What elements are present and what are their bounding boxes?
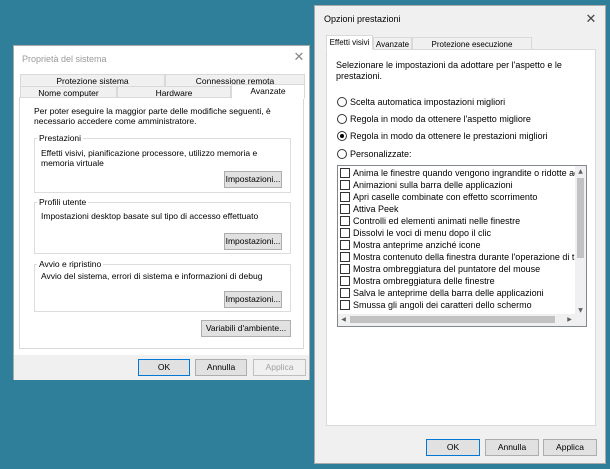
group-text-prestazioni: Effetti visivi, pianificazione processor… <box>41 148 258 168</box>
performance-settings-button[interactable]: Impostazioni... <box>224 171 282 188</box>
list-item[interactable]: Mostra ombreggiatura delle finestre <box>340 275 575 287</box>
visual-effects-list-items: Anima le finestre quando vengono ingrand… <box>338 166 575 316</box>
close-icon[interactable]: ✕ <box>583 12 599 28</box>
radio-button[interactable] <box>337 114 347 124</box>
ok-button[interactable]: OK <box>426 439 480 456</box>
cancel-button[interactable]: Annulla <box>195 359 247 376</box>
checkbox-label: Apri caselle combinate con effetto scorr… <box>353 192 538 202</box>
checkbox-label: Attiva Peek <box>353 204 399 214</box>
scroll-left-icon[interactable]: ◀ <box>338 314 349 325</box>
radio-label: Regola in modo da ottenere le prestazion… <box>350 131 548 141</box>
system-properties-footer: OK Annulla Applica <box>14 355 309 380</box>
group-text-avvio-ripristino: Avvio del sistema, errori di sistema e i… <box>41 271 263 281</box>
user-profiles-settings-button[interactable]: Impostazioni... <box>224 233 282 250</box>
checkbox-label: Dissolvi le voci di menu dopo il clic <box>353 228 492 238</box>
performance-options-title: Opzioni prestazioni <box>324 14 401 24</box>
list-item[interactable]: Smussa gli angoli dei caratteri dello sc… <box>340 299 575 311</box>
system-properties-title: Proprietà del sistema <box>22 54 107 64</box>
checkbox-label: Mostra anteprime anziché icone <box>353 240 481 250</box>
group-prestazioni: Prestazioni Effetti visivi, pianificazio… <box>34 133 291 193</box>
list-item[interactable]: Salva le anteprime della barra delle app… <box>340 287 575 299</box>
checkbox[interactable] <box>340 264 350 274</box>
radio-label: Scelta automatica impostazioni migliori <box>350 97 506 107</box>
checkbox[interactable] <box>340 216 350 226</box>
apply-button[interactable]: Applica <box>543 439 597 456</box>
checkbox[interactable] <box>340 288 350 298</box>
list-item[interactable]: Mostra anteprime anziché icone <box>340 239 575 251</box>
checkbox-label: Mostra ombreggiatura del puntatore del m… <box>353 264 541 274</box>
group-label-avvio-ripristino: Avvio e ripristino <box>37 259 104 269</box>
close-icon[interactable]: ✕ <box>291 50 307 66</box>
visual-effects-list[interactable]: Anima le finestre quando vengono ingrand… <box>337 165 587 327</box>
admin-notice-text: Per poter eseguire la maggior parte dell… <box>34 106 271 126</box>
list-item[interactable]: Apri caselle combinate con effetto scorr… <box>340 191 575 203</box>
horizontal-scroll-thumb[interactable] <box>350 316 555 323</box>
vertical-scroll-thumb[interactable] <box>577 178 584 258</box>
radio-button-selected[interactable] <box>337 131 347 141</box>
checkbox[interactable] <box>340 180 350 190</box>
tab-effetti-visivi[interactable]: Effetti visivi <box>326 35 373 50</box>
list-item[interactable]: Attiva Peek <box>340 203 575 215</box>
environment-variables-button[interactable]: Variabili d'ambiente... <box>201 320 291 337</box>
checkbox-label: Mostra contenuto della finestra durante … <box>353 252 575 262</box>
checkbox[interactable] <box>340 276 350 286</box>
horizontal-scrollbar[interactable]: ◀ ▶ <box>338 314 586 326</box>
group-text-profili-utente: Impostazioni desktop basate sul tipo di … <box>41 211 259 221</box>
cancel-button[interactable]: Annulla <box>485 439 539 456</box>
radio-label: Regola in modo da ottenere l'aspetto mig… <box>350 114 531 124</box>
tab-avanzate[interactable]: Avanzate <box>231 84 305 99</box>
radio-button[interactable] <box>337 149 347 159</box>
checkbox-label: Anima le finestre quando vengono ingrand… <box>353 168 575 178</box>
ok-button[interactable]: OK <box>138 359 190 376</box>
list-item[interactable]: Anima le finestre quando vengono ingrand… <box>340 167 575 179</box>
list-item[interactable]: Controlli ed elementi animati nelle fine… <box>340 215 575 227</box>
checkbox[interactable] <box>340 192 350 202</box>
checkbox-label: Animazioni sulla barra delle applicazion… <box>353 180 513 190</box>
visual-effects-panel: Selezionare le impostazioni da adottare … <box>326 49 596 426</box>
radio-label: Personalizzate: <box>350 149 412 159</box>
list-item[interactable]: Mostra contenuto della finestra durante … <box>340 251 575 263</box>
apply-button[interactable]: Applica <box>253 359 306 376</box>
checkbox-label: Smussa gli angoli dei caratteri dello sc… <box>353 300 532 310</box>
performance-options-window: Opzioni prestazioni ✕ Effetti visivi Ava… <box>314 5 606 464</box>
list-item[interactable]: Animazioni sulla barra delle applicazion… <box>340 179 575 191</box>
group-profili-utente: Profili utente Impostazioni desktop basa… <box>34 197 291 254</box>
checkbox[interactable] <box>340 228 350 238</box>
group-label-profili-utente: Profili utente <box>37 197 89 207</box>
radio-button[interactable] <box>337 97 347 107</box>
scroll-up-icon[interactable]: ▲ <box>575 166 586 177</box>
checkbox[interactable] <box>340 240 350 250</box>
checkbox-label: Salva le anteprime della barra delle app… <box>353 288 544 298</box>
checkbox[interactable] <box>340 204 350 214</box>
group-avvio-ripristino: Avvio e ripristino Avvio del sistema, er… <box>34 259 291 312</box>
startup-recovery-settings-button[interactable]: Impostazioni... <box>224 291 282 308</box>
visual-effects-intro: Selezionare le impostazioni da adottare … <box>336 60 562 81</box>
checkbox-label: Mostra ombreggiatura delle finestre <box>353 276 495 286</box>
checkbox[interactable] <box>340 168 350 178</box>
system-properties-titlebar[interactable]: Proprietà del sistema ✕ <box>14 46 309 71</box>
checkbox-label: Controlli ed elementi animati nelle fine… <box>353 216 521 226</box>
checkbox[interactable] <box>340 252 350 262</box>
vertical-scrollbar[interactable]: ▲ ▼ <box>575 166 586 316</box>
checkbox[interactable] <box>340 300 350 310</box>
scroll-right-icon[interactable]: ▶ <box>564 314 575 325</box>
group-label-prestazioni: Prestazioni <box>37 133 84 143</box>
list-item[interactable]: Dissolvi le voci di menu dopo il clic <box>340 227 575 239</box>
list-item[interactable]: Mostra ombreggiatura del puntatore del m… <box>340 263 575 275</box>
advanced-tab-panel: Per poter eseguire la maggior parte dell… <box>19 97 304 349</box>
